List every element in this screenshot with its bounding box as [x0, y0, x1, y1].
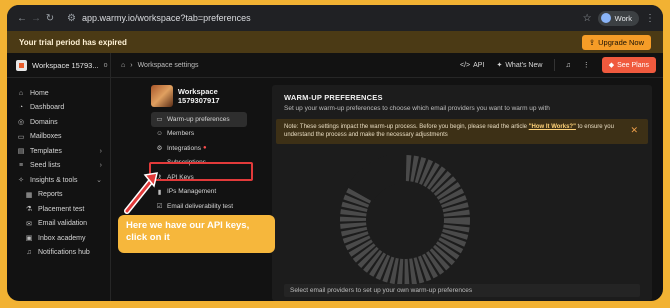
workspace-menu-icon: o: [103, 61, 108, 69]
preferences-icon: ▭: [156, 116, 163, 124]
integrations-icon: ⚙: [156, 145, 163, 153]
notification-bell-icon[interactable]: ♫: [565, 62, 570, 69]
site-info-icon[interactable]: ⚙: [67, 13, 76, 24]
sidebar-item-placement-test[interactable]: ⚗ Placement test: [7, 202, 110, 217]
workspace-title: Workspace 1579307917: [177, 87, 220, 105]
api-keys-highlight: [149, 162, 253, 181]
globe-icon: ◎: [17, 119, 25, 127]
profile-chip[interactable]: Work: [597, 10, 639, 26]
list-icon: ≡: [18, 162, 24, 170]
sidebar: ⌂ Home ◔ Dashboard ◎ Domains ▭ Mailboxes…: [7, 78, 111, 301]
nav-item-integrations[interactable]: ⚙ Integrations ●: [151, 141, 247, 156]
warm-up-preferences-panel: WARM-UP PREFERENCES Set up your warm-up …: [272, 85, 652, 301]
template-icon: ▤: [17, 148, 25, 156]
bookmark-star-icon[interactable]: ☆: [583, 13, 592, 24]
reload-icon[interactable]: ↻: [43, 13, 57, 24]
members-icon: ☺: [156, 130, 163, 138]
chevron-down-icon: ⌄: [96, 177, 102, 185]
home-crumb-icon[interactable]: ⌂: [121, 62, 125, 69]
workspace-switcher[interactable]: Workspace 15793... o: [7, 52, 111, 78]
note-text: Note: These settings impact the warm-up …: [284, 124, 529, 130]
forward-icon[interactable]: →: [29, 13, 43, 24]
trial-banner: Your trial period has expired ⇪ Upgrade …: [7, 31, 663, 53]
see-plans-button[interactable]: ◆ See Plans: [601, 57, 656, 73]
sidebar-item-mailboxes[interactable]: ▭ Mailboxes: [7, 130, 110, 145]
nav-item-members[interactable]: ☺ Members: [151, 127, 247, 142]
breadcrumb-current: Workspace settings: [137, 61, 199, 69]
nav-item-email-deliverability-test[interactable]: ☑ Email deliverability test: [151, 199, 247, 214]
test-icon: ⚗: [25, 206, 33, 214]
tutorial-callout: Here we have our API keys, click on it: [118, 215, 275, 253]
how-it-works-link[interactable]: "How It Works?": [529, 124, 576, 130]
chevron-right-icon: ›: [99, 147, 102, 155]
more-menu-icon[interactable]: ⋮: [583, 61, 590, 69]
sidebar-item-seed-lists[interactable]: ≡ Seed lists ›: [7, 159, 110, 174]
academy-icon: ▣: [25, 235, 33, 243]
loading-donut-chart: [340, 155, 470, 285]
workspace-avatar: [151, 85, 173, 107]
sparkle-icon: ✦: [496, 62, 503, 69]
profile-label: Work: [614, 13, 632, 23]
upgrade-icon: ⇪: [588, 37, 596, 47]
mailbox-icon: ▭: [17, 133, 25, 141]
workspace-settings-nav: Workspace 1579307917 ▭ Warm-up preferenc…: [151, 85, 261, 214]
sidebar-item-templates[interactable]: ▤ Templates ›: [7, 144, 110, 159]
workspace-logo-icon: [16, 59, 27, 71]
nav-item-warm-up-preferences[interactable]: ▭ Warm-up preferences: [151, 112, 247, 127]
code-icon: </>: [460, 61, 471, 69]
providers-footer: Select email providers to set up your ow…: [284, 284, 640, 297]
sidebar-item-email-validation[interactable]: ✉ Email validation: [7, 217, 110, 232]
divider: [554, 59, 556, 71]
workspace-name: Workspace 15793...: [32, 60, 99, 70]
trial-message: Your trial period has expired: [19, 37, 127, 47]
panel-title: WARM-UP PREFERENCES: [284, 93, 383, 102]
nav-item-ips-management[interactable]: ▮ IPs Management: [151, 185, 247, 200]
sidebar-item-insights-tools[interactable]: ✧ Insights & tools ⌄: [7, 173, 110, 188]
sidebar-item-inbox-academy[interactable]: ▣ Inbox academy: [7, 231, 110, 246]
bell-icon: ♫: [26, 249, 32, 257]
warning-note: Note: These settings impact the warm-up …: [276, 119, 648, 144]
panel-subtitle: Set up your warm-up preferences to choos…: [284, 105, 550, 112]
back-icon[interactable]: ←: [15, 13, 29, 24]
chevron-right-icon: ›: [99, 162, 102, 170]
report-icon: ▦: [25, 191, 33, 199]
browser-menu-icon[interactable]: ⋮: [645, 13, 655, 24]
close-icon[interactable]: ✕: [630, 126, 638, 135]
sidebar-item-notifications-hub[interactable]: ♫ Notifications hub: [7, 246, 110, 261]
sidebar-item-reports[interactable]: ▦ Reports: [7, 188, 110, 203]
dashboard-icon: ◔: [18, 104, 24, 112]
sidebar-item-domains[interactable]: ◎ Domains: [7, 115, 110, 130]
sidebar-item-home[interactable]: ⌂ Home: [7, 86, 110, 101]
validation-icon: ✉: [26, 220, 32, 228]
plans-icon: ◆: [608, 62, 615, 69]
avatar: [600, 13, 611, 23]
app-header: Workspace 15793... o ⌂ › Workspace setti…: [7, 52, 663, 78]
api-link[interactable]: </> API: [460, 62, 484, 69]
alert-dot-icon: ●: [202, 145, 207, 152]
app-window: ← → ↻ ⚙ app.warmy.io/workspace?tab=prefe…: [7, 5, 663, 301]
insights-icon: ✧: [18, 177, 24, 185]
workspace-header: Workspace 1579307917: [151, 85, 261, 107]
whats-new-link[interactable]: ✦ What's New: [496, 61, 542, 70]
sidebar-item-dashboard[interactable]: ◔ Dashboard: [7, 101, 110, 116]
upgrade-button[interactable]: ⇪ Upgrade Now: [581, 34, 651, 50]
breadcrumb: ⌂ › Workspace settings: [121, 62, 199, 69]
browser-toolbar: ← → ↻ ⚙ app.warmy.io/workspace?tab=prefe…: [7, 5, 663, 31]
home-icon: ⌂: [18, 89, 24, 97]
chevron-right-icon: ›: [130, 61, 133, 69]
pointer-arrow-icon: [124, 172, 158, 214]
address-bar[interactable]: app.warmy.io/workspace?tab=preferences: [82, 13, 251, 23]
